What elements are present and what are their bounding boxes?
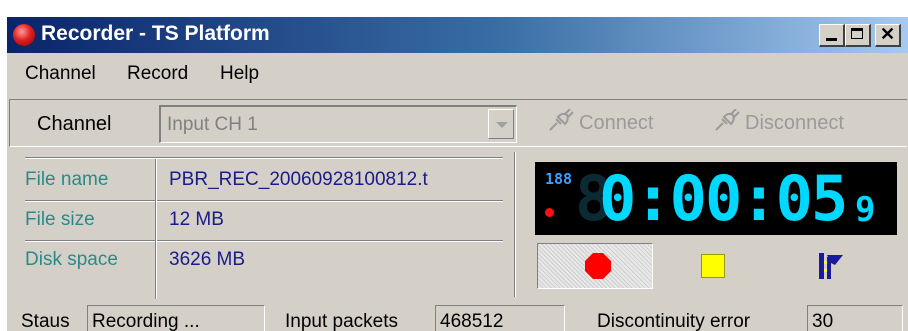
input-packets-field: 468512 [435,305,565,331]
input-packets-value: 468512 [440,311,504,331]
plug-disconnect-icon [715,108,740,131]
recorder-window: Recorder - TS Platform ✕ Channel Record … [6,16,908,331]
split-button[interactable] [797,243,897,289]
disconnect-button[interactable]: Disconnect [713,108,844,135]
connect-button[interactable]: Connect [547,108,654,135]
file-size-row: File size 12 MB [17,201,511,241]
window-title: Recorder - TS Platform [41,22,270,45]
panel-divider [514,152,516,297]
app-record-icon [13,24,35,46]
timer-display: 188 8 0:00:05 9 [535,162,897,235]
divider [155,159,157,299]
file-name-row: File name PBR_REC_20060928100812.t [17,161,511,201]
channel-select-value: Input CH 1 [167,114,258,135]
connect-label: Connect [579,112,654,134]
file-size-label: File size [25,209,95,230]
status-bar: Staus Recording ... Input packets 468512… [7,301,908,331]
maximize-icon [851,28,863,39]
plug-connect-icon [549,108,574,131]
input-packets-label: Input packets [285,311,399,331]
elapsed-time: 0:00:05 [599,162,848,235]
file-name-value: PBR_REC_20060928100812.t [169,169,428,190]
stop-button[interactable] [671,243,781,289]
close-icon: ✕ [879,24,896,44]
menu-help[interactable]: Help [220,63,259,85]
record-icon [585,253,611,279]
discontinuity-error-label: Discontinuity error [597,311,751,331]
close-button[interactable]: ✕ [875,24,901,47]
record-button[interactable] [537,243,653,289]
disk-space-row: Disk space 3626 MB [17,241,511,281]
recording-indicator-icon [545,208,554,217]
status-label: Staus [21,311,70,331]
disconnect-label: Disconnect [745,112,844,134]
channel-label: Channel [37,113,112,135]
discontinuity-error-value: 30 [812,311,834,331]
file-size-value: 12 MB [169,209,224,230]
divider [25,200,503,202]
elapsed-tenths: 9 [855,190,876,230]
maximize-button[interactable] [845,24,871,47]
disk-space-value: 3626 MB [169,249,246,270]
file-info-panel: File name PBR_REC_20060928100812.t File … [17,152,511,296]
menu-record[interactable]: Record [127,63,188,85]
channel-select[interactable]: Input CH 1 [159,105,517,143]
minimize-button[interactable] [819,24,845,47]
disk-space-label: Disk space [25,249,118,270]
split-icon [819,253,843,279]
divider [25,240,503,242]
chevron-down-icon[interactable] [488,109,514,139]
menu-channel[interactable]: Channel [25,63,96,85]
title-bar[interactable]: Recorder - TS Platform ✕ [7,17,908,53]
stop-icon [701,254,725,278]
file-name-label: File name [25,169,109,190]
counter-value: 188 [545,170,573,188]
discontinuity-error-field: 30 [807,305,903,331]
status-field: Recording ... [87,305,265,331]
minimize-icon [826,38,837,41]
status-value: Recording ... [92,311,200,331]
menu-bar: Channel Record Help [7,55,908,91]
